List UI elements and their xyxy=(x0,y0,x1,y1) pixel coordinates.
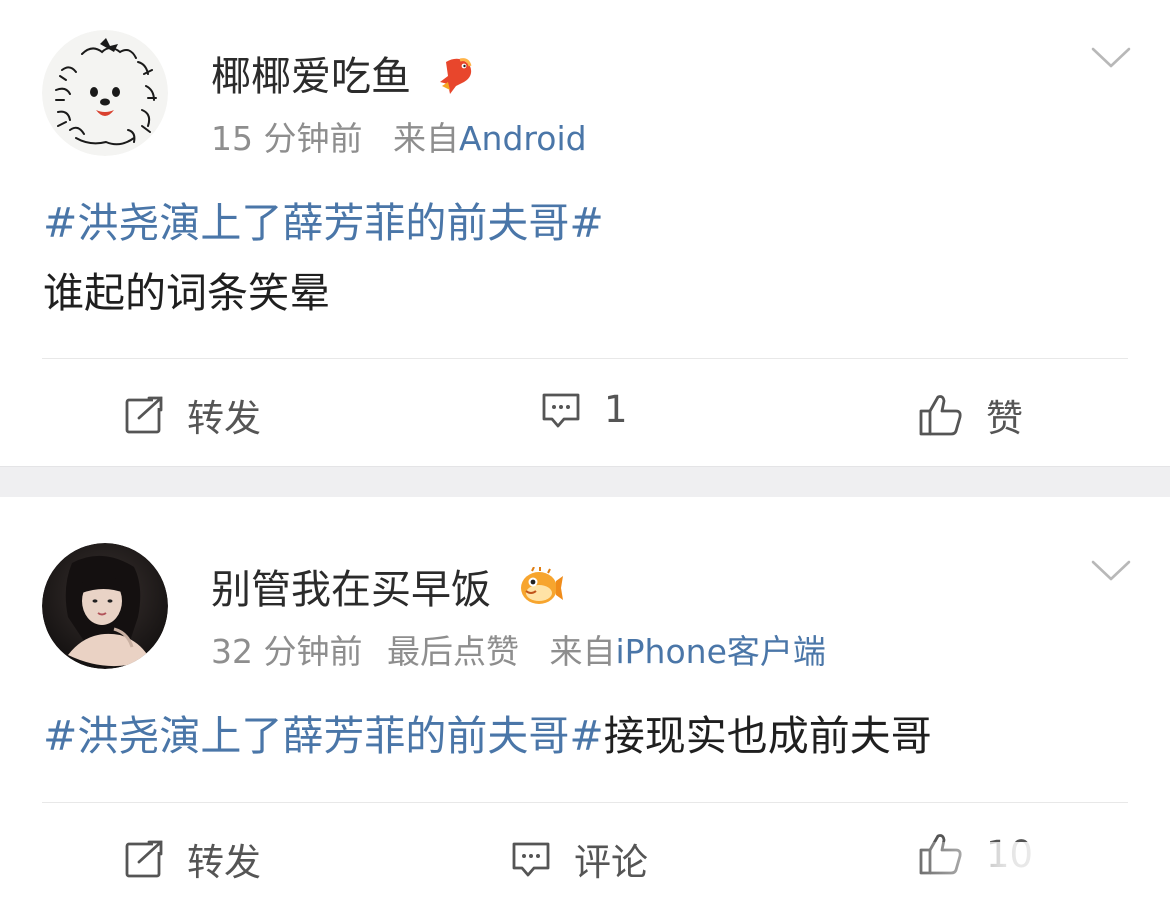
repost-label: 转发 xyxy=(187,397,261,440)
feed-post: 椰椰爱吃鱼 15 分钟前 来自Android #洪尧演上了薛芳菲的前夫哥# 谁起… xyxy=(0,0,1170,466)
comment-label: 评论 xyxy=(574,841,648,884)
repost-icon xyxy=(125,396,163,434)
thumbs-up-icon xyxy=(919,395,962,436)
post-text: 接现实也成前夫哥 xyxy=(603,712,932,760)
comment-icon xyxy=(512,842,550,877)
avatar[interactable] xyxy=(42,30,168,156)
username-text[interactable]: 椰椰爱吃鱼 xyxy=(211,54,411,100)
feed-post: 别管我在买早饭 32 分钟前 最后点赞 来自iPhone客户端 #洪尧演上了薛芳… xyxy=(0,497,1170,910)
fluffy-dog-avatar-image xyxy=(42,30,168,156)
user-photo-avatar-image xyxy=(42,543,168,669)
username[interactable]: 椰椰爱吃鱼 xyxy=(211,44,476,104)
like-button[interactable]: 10 xyxy=(918,832,1033,876)
like-button[interactable]: 赞 xyxy=(918,388,1023,442)
source-prefix: 来自 xyxy=(392,119,459,158)
post-source[interactable]: Android xyxy=(459,119,587,158)
repost-button[interactable]: 转发 xyxy=(123,388,261,442)
post-time: 15 分钟前 xyxy=(211,119,363,158)
repost-button[interactable]: 转发 xyxy=(123,832,261,886)
source-prefix: 来自 xyxy=(549,632,616,671)
like-count: 10 xyxy=(986,832,1034,876)
divider xyxy=(42,802,1128,803)
like-label: 赞 xyxy=(986,397,1023,440)
avatar[interactable] xyxy=(42,543,168,669)
comment-icon xyxy=(542,393,580,427)
post-source[interactable]: iPhone客户端 xyxy=(615,632,825,671)
thumbs-up-icon xyxy=(919,834,962,875)
goldfish-badge-icon xyxy=(438,54,476,104)
last-liked-label: 最后点赞 xyxy=(386,632,519,671)
post-text: 谁起的词条笑晕 xyxy=(43,269,330,317)
post-content: #洪尧演上了薛芳菲的前夫哥#接现实也成前夫哥 xyxy=(43,701,932,771)
post-time: 32 分钟前 xyxy=(211,632,363,671)
repost-label: 转发 xyxy=(187,841,261,884)
username-text[interactable]: 别管我在买早饭 xyxy=(211,567,491,613)
divider xyxy=(42,358,1128,359)
hashtag-link[interactable]: #洪尧演上了薛芳菲的前夫哥# xyxy=(43,712,604,760)
comment-count: 1 xyxy=(604,388,628,431)
pufferfish-badge-icon xyxy=(518,566,564,617)
comment-button[interactable]: 1 xyxy=(540,388,628,431)
feed-separator xyxy=(0,466,1170,497)
comment-button[interactable]: 评论 xyxy=(510,832,648,886)
post-meta: 32 分钟前 最后点赞 来自iPhone客户端 xyxy=(211,625,826,673)
chevron-down-icon[interactable] xyxy=(1091,559,1131,583)
post-content: #洪尧演上了薛芳菲的前夫哥# 谁起的词条笑晕 xyxy=(43,188,604,328)
username[interactable]: 别管我在买早饭 xyxy=(211,557,564,617)
post-meta: 15 分钟前 来自Android xyxy=(211,112,587,160)
chevron-down-icon[interactable] xyxy=(1091,46,1131,70)
repost-icon xyxy=(125,840,163,878)
hashtag-link[interactable]: #洪尧演上了薛芳菲的前夫哥# xyxy=(43,188,604,258)
